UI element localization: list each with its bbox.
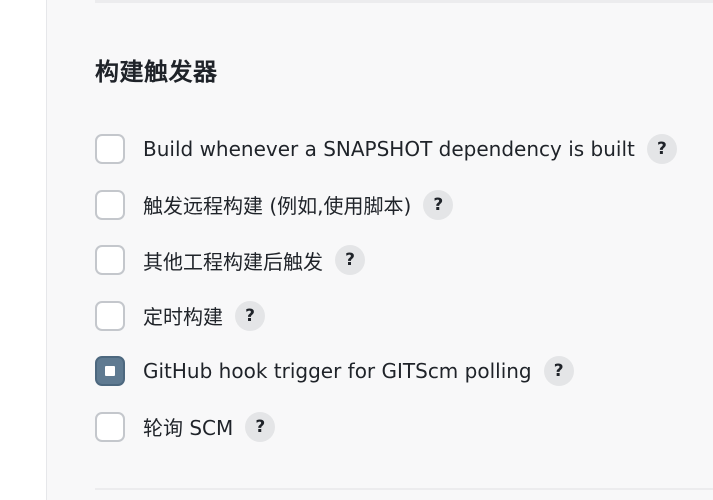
config-panel: 构建触发器 Build whenever a SNAPSHOT dependen… — [47, 0, 713, 500]
help-icon[interactable]: ? — [235, 300, 265, 331]
help-icon[interactable]: ? — [543, 356, 574, 387]
scheduled-build-checkbox[interactable] — [95, 300, 125, 331]
trigger-scheduled-build: 定时构建 ? — [95, 299, 677, 333]
scheduled-build-label[interactable]: 定时构建 — [143, 301, 223, 330]
poll-scm-label[interactable]: 轮询 SCM — [143, 412, 233, 441]
bottom-divider — [95, 488, 713, 490]
snapshot-dependency-checkbox[interactable] — [95, 134, 125, 164]
section-title: 构建触发器 — [95, 58, 218, 86]
snapshot-dependency-label[interactable]: Build whenever a SNAPSHOT dependency is … — [143, 137, 635, 161]
trigger-github-hook: GitHub hook trigger for GITScm polling ? — [95, 354, 677, 388]
poll-scm-checkbox[interactable] — [95, 411, 125, 442]
github-hook-checkbox[interactable] — [95, 356, 125, 387]
build-trigger-list: Build whenever a SNAPSHOT dependency is … — [95, 132, 677, 466]
github-hook-label[interactable]: GitHub hook trigger for GITScm polling — [143, 359, 532, 383]
after-other-projects-checkbox[interactable] — [95, 245, 125, 276]
remote-build-checkbox[interactable] — [95, 189, 125, 220]
help-icon[interactable]: ? — [646, 134, 677, 164]
help-icon[interactable]: ? — [423, 189, 454, 220]
trigger-snapshot-dependency: Build whenever a SNAPSHOT dependency is … — [95, 132, 677, 166]
trigger-poll-scm: 轮询 SCM ? — [95, 410, 677, 444]
left-gutter — [0, 0, 47, 500]
help-icon[interactable]: ? — [335, 245, 365, 276]
top-divider — [95, 0, 713, 3]
trigger-after-other-projects: 其他工程构建后触发 ? — [95, 243, 677, 277]
remote-build-label[interactable]: 触发远程构建 (例如,使用脚本) — [143, 190, 411, 219]
trigger-remote-build: 触发远程构建 (例如,使用脚本) ? — [95, 188, 677, 222]
help-icon[interactable]: ? — [245, 411, 276, 442]
after-other-projects-label[interactable]: 其他工程构建后触发 — [143, 246, 323, 275]
